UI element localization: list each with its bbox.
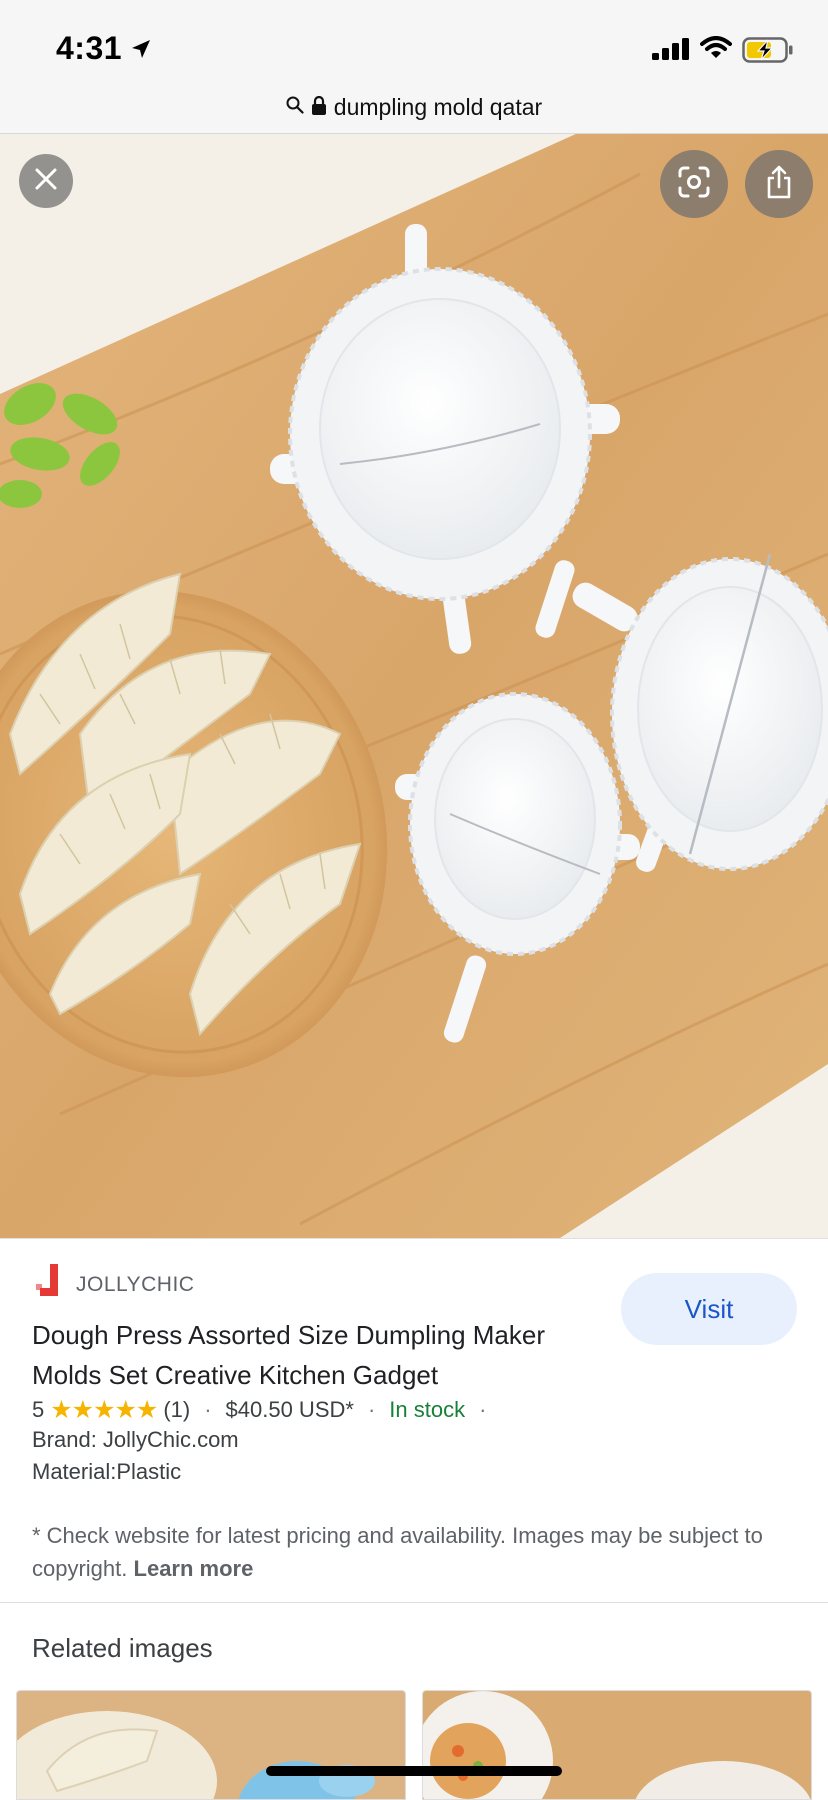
wifi-icon <box>700 36 732 65</box>
lens-button[interactable] <box>660 150 728 218</box>
related-image-1 <box>17 1691 405 1799</box>
review-count: (1) <box>163 1397 191 1422</box>
product-title[interactable]: Dough Press Assorted Size Dumpling Maker… <box>32 1315 612 1395</box>
lock-icon <box>311 95 326 120</box>
related-image-thumbnail[interactable] <box>16 1690 406 1800</box>
rating-value: 5 <box>32 1397 45 1422</box>
related-image-2 <box>423 1691 811 1799</box>
lens-icon <box>676 164 712 205</box>
price: $40.50 USD* <box>225 1397 354 1422</box>
brand-name: JOLLYCHIC <box>76 1272 195 1296</box>
clock: 4:31 <box>56 30 123 66</box>
jollychic-logo-icon <box>36 1264 62 1305</box>
status-bar: 4:31 <box>0 0 828 82</box>
learn-more-link[interactable]: Learn more <box>134 1556 254 1581</box>
share-button[interactable] <box>745 150 813 218</box>
separator: · <box>204 1397 212 1422</box>
product-info-panel: JOLLYCHIC Visit Dough Press Assorted Siz… <box>0 1238 828 1602</box>
material-line: Material:Plastic <box>32 1459 182 1484</box>
url-bar[interactable]: dumpling mold qatar <box>0 82 828 134</box>
product-meta: 5 ★★★★★ (1) · $40.50 USD* · In stock · <box>32 1395 500 1425</box>
brand-row[interactable]: JOLLYCHIC <box>36 1264 194 1305</box>
location-arrow-icon <box>130 38 152 65</box>
home-indicator <box>266 1766 562 1776</box>
battery-charging-icon <box>742 37 794 68</box>
search-icon <box>286 96 304 119</box>
close-button[interactable] <box>19 154 73 208</box>
star-rating-icon: ★★★★★ <box>50 1396 158 1424</box>
related-heading: Related images <box>32 1633 213 1663</box>
disclaimer: * Check website for latest pricing and a… <box>32 1519 792 1585</box>
share-icon <box>764 165 794 204</box>
signal-icon <box>652 38 692 65</box>
separator: · <box>367 1397 376 1422</box>
brand-line: Brand: JollyChic.com <box>32 1427 239 1452</box>
product-photo <box>0 134 828 1238</box>
url-text: dumpling mold qatar <box>333 94 543 120</box>
separator: · <box>479 1397 487 1422</box>
visit-button[interactable]: Visit <box>621 1273 797 1345</box>
related-image-thumbnail[interactable] <box>422 1690 812 1800</box>
product-image[interactable] <box>0 134 828 1238</box>
stock-status: In stock <box>389 1397 466 1422</box>
close-icon <box>34 167 58 196</box>
